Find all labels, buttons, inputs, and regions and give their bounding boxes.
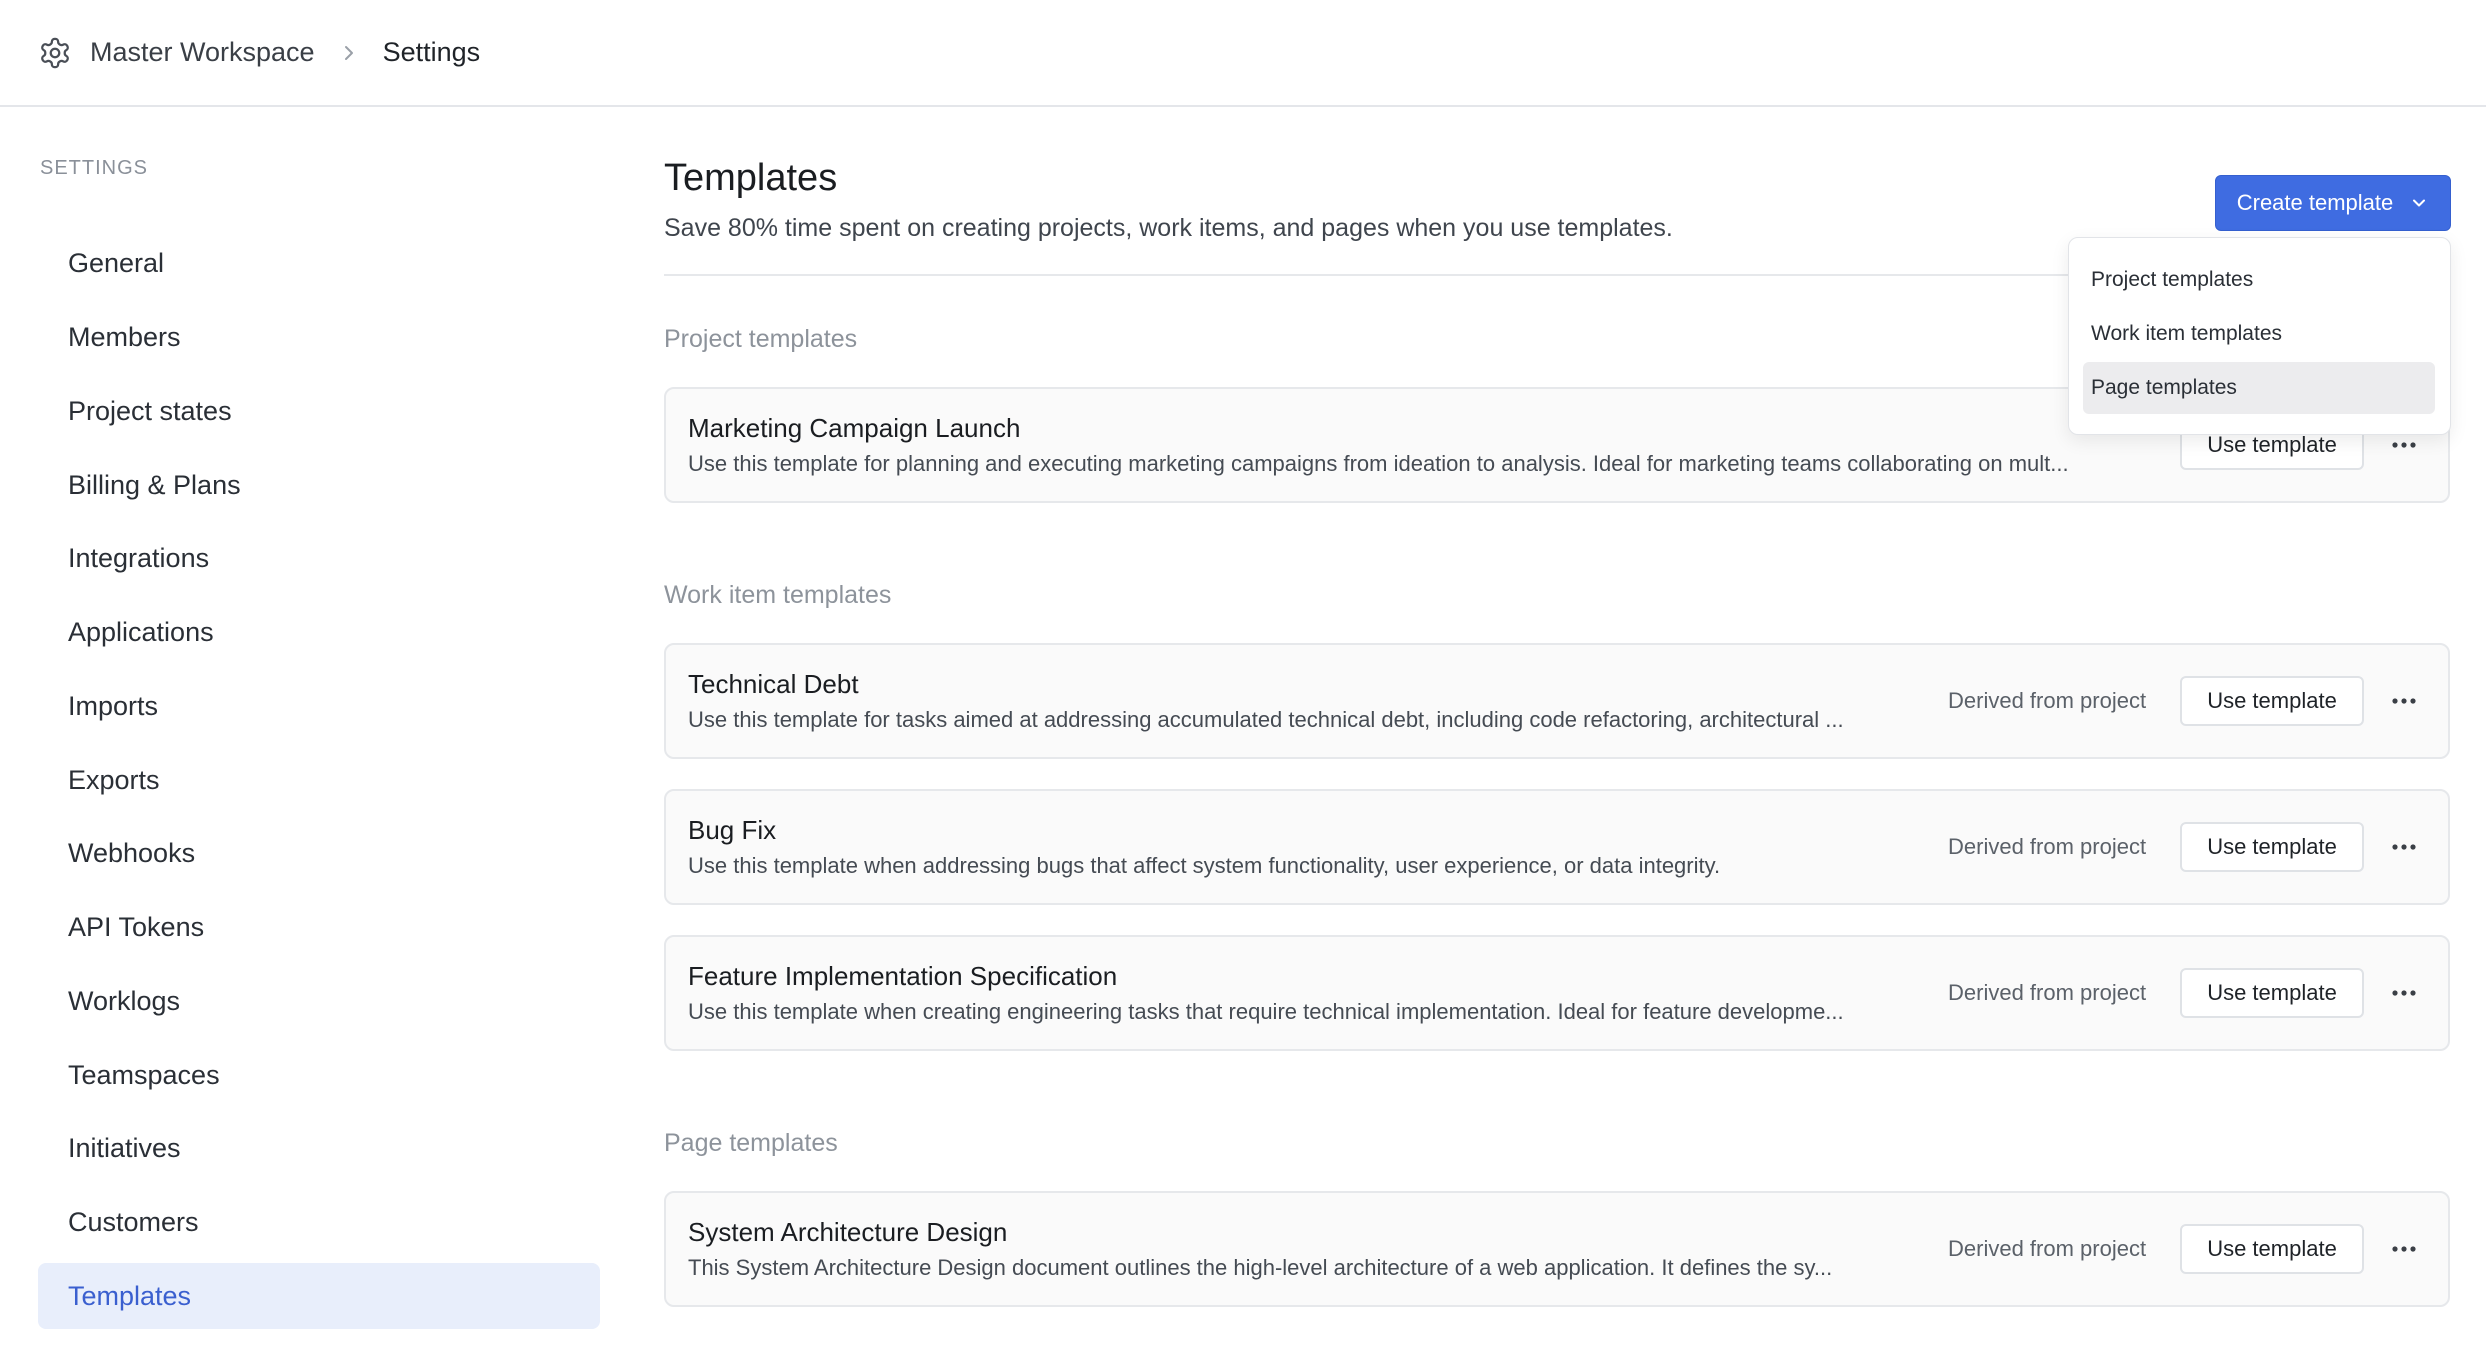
sidebar-item-api-tokens[interactable]: API Tokens [38,894,600,960]
template-name: System Architecture Design [688,1217,1008,1247]
template-card-technical-debt[interactable]: Technical Debt Use this template for tas… [664,643,2450,759]
sidebar-item-label: General [68,247,165,278]
sidebar-item-label: Webhooks [68,837,196,868]
use-template-button[interactable]: Use template [2180,968,2364,1018]
settings-sidebar: SETTINGS General Members Project states … [38,107,600,1356]
page-title: Templates [664,157,838,199]
sidebar-item-label: API Tokens [68,911,205,942]
menu-item-page-templates[interactable]: Page templates [2083,362,2435,414]
templates-main: Templates Save 80% time spent on creatin… [664,107,2451,1356]
sidebar-item-exports[interactable]: Exports [38,747,600,813]
use-template-button[interactable]: Use template [2180,1224,2364,1274]
template-card-feature-implementation-specification[interactable]: Feature Implementation Specification Use… [664,935,2450,1051]
top-bar: Master Workspace Settings [0,0,2486,107]
template-name: Technical Debt [688,669,859,699]
sidebar-item-label: Applications [68,616,214,647]
sidebar-item-label: Customers [68,1206,199,1237]
create-template-button[interactable]: Create template [2215,175,2451,231]
sidebar-item-label: Imports [68,690,159,721]
create-template-label: Create template [2236,190,2394,215]
template-description: Use this template for tasks aimed at add… [688,707,1844,732]
chevron-right-icon [337,41,361,65]
sidebar-item-label: Members [68,321,181,352]
template-description: Use this template for planning and execu… [688,451,2069,476]
sidebar-item-label: Project states [68,395,232,426]
section-title-project-templates: Project templates [664,325,858,353]
sidebar-item-project-states[interactable]: Project states [38,378,600,444]
sidebar-item-label: Templates [68,1280,192,1311]
sidebar-item-billing[interactable]: Billing & Plans [38,452,600,518]
menu-item-work-item-templates[interactable]: Work item templates [2083,308,2435,360]
sidebar-item-templates[interactable]: Templates [38,1263,600,1329]
sidebar-item-customers[interactable]: Customers [38,1189,600,1255]
derived-from-project-label: Derived from project [1948,980,2147,1005]
sidebar-item-teamspaces[interactable]: Teamspaces [38,1042,600,1108]
sidebar-item-label: Initiatives [68,1132,181,1163]
use-template-button[interactable]: Use template [2180,822,2364,872]
template-description: Use this template when creating engineer… [688,999,1844,1024]
sidebar-item-general[interactable]: General [38,230,600,296]
breadcrumb-workspace[interactable]: Master Workspace [90,37,315,68]
breadcrumb-current: Settings [382,37,481,67]
template-card-bug-fix[interactable]: Bug Fix Use this template when addressin… [664,789,2450,905]
menu-item-project-templates[interactable]: Project templates [2083,254,2435,306]
template-name: Bug Fix [688,815,777,845]
sidebar-item-worklogs[interactable]: Worklogs [38,968,600,1034]
use-template-button[interactable]: Use template [2180,676,2364,726]
template-card-system-architecture-design[interactable]: System Architecture Design This System A… [664,1191,2450,1307]
sidebar-item-initiatives[interactable]: Initiatives [38,1115,600,1181]
sidebar-item-label: Integrations [68,542,210,573]
more-options-icon[interactable] [2384,1229,2424,1269]
section-title-page-templates: Page templates [664,1129,838,1157]
sidebar-item-label: Billing & Plans [68,469,241,500]
derived-from-project-label: Derived from project [1948,834,2147,859]
sidebar-item-webhooks[interactable]: Webhooks [38,820,600,886]
sidebar-item-label: Worklogs [68,985,181,1016]
more-options-icon[interactable] [2384,973,2424,1013]
sidebar-item-imports[interactable]: Imports [38,673,600,739]
sidebar-item-label: Exports [68,764,160,795]
sidebar-item-label: Teamspaces [68,1059,220,1090]
sidebar-heading: SETTINGS [40,157,149,179]
derived-from-project-label: Derived from project [1948,1236,2147,1261]
more-options-icon[interactable] [2384,681,2424,721]
gear-icon [38,36,72,70]
chevron-down-icon [2409,193,2429,213]
more-options-icon[interactable] [2384,827,2424,867]
template-name: Marketing Campaign Launch [688,413,1021,443]
sidebar-item-applications[interactable]: Applications [38,599,600,665]
create-template-menu: Project templates Work item templates Pa… [2068,237,2451,435]
section-title-work-item-templates: Work item templates [664,581,892,609]
template-description: Use this template when addressing bugs t… [688,853,1721,878]
sidebar-item-integrations[interactable]: Integrations [38,525,600,591]
template-name: Feature Implementation Specification [688,961,1118,991]
template-description: This System Architecture Design document… [688,1255,1833,1280]
sidebar-item-members[interactable]: Members [38,304,600,370]
derived-from-project-label: Derived from project [1948,688,2147,713]
page-subtitle: Save 80% time spent on creating projects… [664,214,1673,242]
